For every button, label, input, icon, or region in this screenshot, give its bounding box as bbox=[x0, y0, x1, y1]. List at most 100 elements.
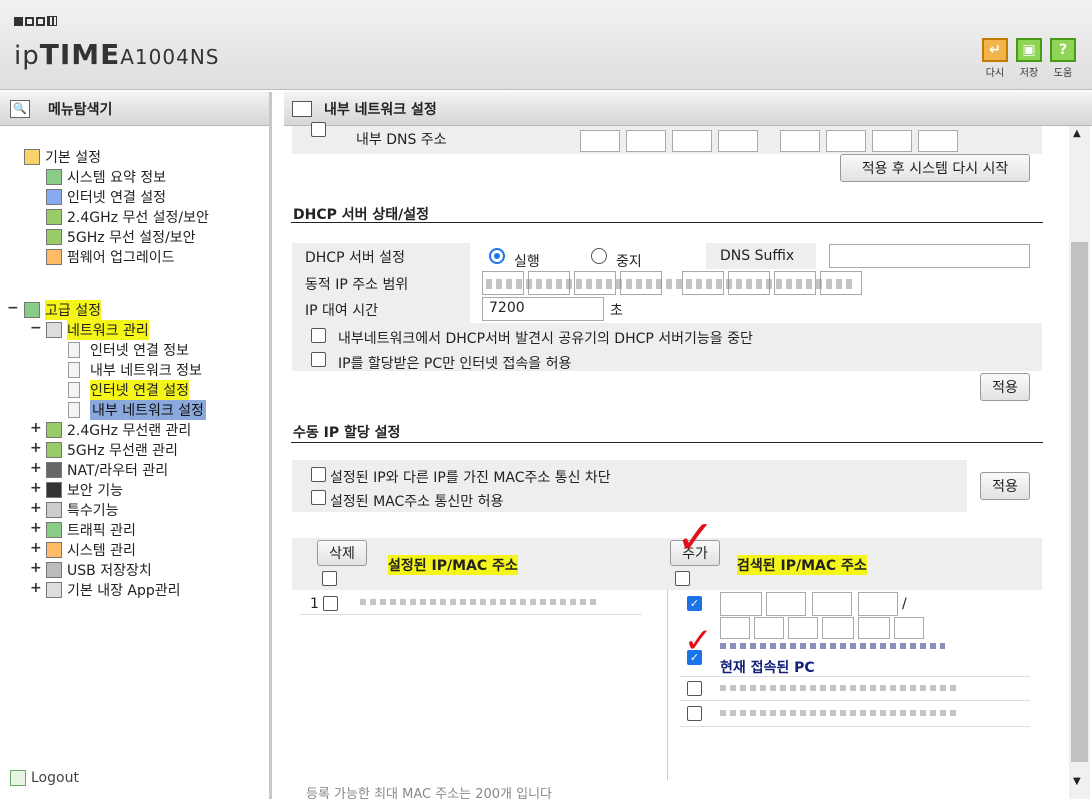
lease-unit: 초 bbox=[610, 303, 623, 319]
allow-mac-only-checkbox[interactable] bbox=[311, 490, 326, 505]
refresh-button[interactable]: ↵ 다시 bbox=[980, 38, 1010, 79]
dhcp-run-label: 실행 bbox=[514, 254, 540, 270]
window-icon bbox=[292, 100, 312, 117]
dhcp-stop-detect-checkbox[interactable] bbox=[311, 328, 326, 343]
tree-advanced-settings[interactable]: 고급 설정 bbox=[24, 300, 101, 320]
lease-time-input[interactable]: 7200 bbox=[482, 297, 604, 321]
found-ip-octet3[interactable] bbox=[812, 592, 852, 616]
logout-button[interactable]: Logout bbox=[10, 768, 79, 788]
dns2-octet3[interactable] bbox=[872, 130, 912, 152]
tree-wifi5-mgmt[interactable]: 5GHz 무선랜 관리 bbox=[46, 440, 178, 460]
scroll-up-icon[interactable]: ▲ bbox=[1073, 128, 1081, 139]
redacted-range bbox=[486, 279, 856, 289]
found-mac-2[interactable] bbox=[754, 617, 784, 639]
dns2-octet2[interactable] bbox=[826, 130, 866, 152]
dns2-octet1[interactable] bbox=[780, 130, 820, 152]
tree-security[interactable]: 보안 기능 bbox=[46, 480, 123, 500]
dhcp-section-title: DHCP 서버 상태/설정 bbox=[293, 207, 430, 223]
tree-traffic[interactable]: 트래픽 관리 bbox=[46, 520, 136, 540]
tree-apps[interactable]: 기본 내장 App관리 bbox=[46, 580, 181, 600]
tree-item-lan-setup[interactable]: 내부 네트워크 설정 bbox=[68, 400, 206, 420]
ip-range-label: 동적 IP 주소 범위 bbox=[305, 277, 409, 293]
expand-icon[interactable]: + bbox=[30, 440, 42, 456]
save-button[interactable]: ▣ 저장 bbox=[1014, 38, 1044, 79]
tree-usb[interactable]: USB 저장장치 bbox=[46, 560, 152, 580]
expand-icon[interactable]: + bbox=[30, 460, 42, 476]
found-mac-4[interactable] bbox=[822, 617, 854, 639]
tree-special[interactable]: 특수기능 bbox=[46, 500, 119, 520]
wifi-icon bbox=[46, 422, 62, 438]
delete-button[interactable]: 삭제 bbox=[317, 540, 367, 566]
redacted-found-row4 bbox=[720, 710, 960, 716]
help-icon: ? bbox=[1050, 38, 1076, 62]
dns-checkbox[interactable] bbox=[311, 122, 326, 137]
manual-apply-button[interactable]: 적용 bbox=[980, 472, 1030, 500]
dhcp-stop-radio[interactable] bbox=[591, 248, 607, 264]
scrollbar-thumb[interactable] bbox=[1071, 242, 1088, 762]
search-icon: 🔍 bbox=[10, 99, 30, 118]
found-ip-octet4[interactable] bbox=[858, 592, 898, 616]
found-mac-6[interactable] bbox=[894, 617, 924, 639]
tree-network-management[interactable]: 네트워크 관리 bbox=[46, 320, 149, 340]
dns1-octet2[interactable] bbox=[626, 130, 666, 152]
expand-icon[interactable]: + bbox=[30, 540, 42, 556]
tree-item-internet-info[interactable]: 인터넷 연결 정보 bbox=[68, 340, 189, 360]
lock-icon bbox=[46, 482, 62, 498]
expand-icon[interactable]: + bbox=[30, 500, 42, 516]
dhcp-run-radio[interactable] bbox=[489, 248, 505, 264]
tree-item-firmware[interactable]: 펌웨어 업그레이드 bbox=[46, 247, 175, 267]
block-other-ip-checkbox[interactable] bbox=[311, 467, 326, 482]
allow-mac-only-label: 설정된 MAC주소 통신만 허용 bbox=[330, 494, 504, 510]
collapse-icon[interactable]: − bbox=[30, 320, 42, 336]
row-divider bbox=[680, 726, 1030, 727]
expand-icon[interactable]: + bbox=[30, 580, 42, 596]
window-squares-icon bbox=[14, 14, 59, 30]
dns2-octet4[interactable] bbox=[918, 130, 958, 152]
expand-icon[interactable]: + bbox=[30, 420, 42, 436]
tree-item-internet-setup2[interactable]: 인터넷 연결 설정 bbox=[68, 380, 190, 400]
tree-basic-settings[interactable]: 기본 설정 bbox=[24, 147, 101, 167]
dns1-octet4[interactable] bbox=[718, 130, 758, 152]
found-row1-checkbox[interactable]: ✓ bbox=[687, 596, 702, 611]
configured-row-checkbox[interactable] bbox=[323, 596, 338, 611]
tree-item-internet-setup[interactable]: 인터넷 연결 설정 bbox=[46, 187, 166, 207]
network-icon bbox=[46, 322, 62, 338]
save-icon: ▣ bbox=[1016, 38, 1042, 62]
select-all-configured-checkbox[interactable] bbox=[322, 571, 337, 586]
dns1-octet1[interactable] bbox=[580, 130, 620, 152]
document-icon bbox=[68, 362, 80, 378]
found-mac-1[interactable] bbox=[720, 617, 750, 639]
help-button[interactable]: ? 도움 bbox=[1048, 38, 1078, 79]
found-row4-checkbox[interactable] bbox=[687, 706, 702, 721]
found-mac-5[interactable] bbox=[858, 617, 890, 639]
found-mac-3[interactable] bbox=[788, 617, 818, 639]
dns-suffix-input[interactable] bbox=[829, 244, 1030, 268]
ip-mac-separator: / bbox=[902, 596, 907, 612]
expand-icon[interactable]: + bbox=[30, 560, 42, 576]
expand-icon[interactable]: + bbox=[30, 520, 42, 536]
dhcp-apply-button[interactable]: 적용 bbox=[980, 373, 1030, 401]
allow-assigned-only-checkbox[interactable] bbox=[311, 352, 326, 367]
found-ip-octet1[interactable] bbox=[720, 592, 762, 616]
refresh-icon: ↵ bbox=[982, 38, 1008, 62]
collapse-icon[interactable]: − bbox=[7, 300, 19, 316]
dns1-octet3[interactable] bbox=[672, 130, 712, 152]
tree-item-wifi5[interactable]: 5GHz 무선 설정/보안 bbox=[46, 227, 196, 247]
found-row3-checkbox[interactable] bbox=[687, 681, 702, 696]
dns-label: 내부 DNS 주소 bbox=[356, 132, 447, 148]
red-checkmark-annotation: ✓ bbox=[676, 510, 715, 564]
tree-nat-router[interactable]: NAT/라우터 관리 bbox=[46, 460, 168, 480]
tree-wifi24-mgmt[interactable]: 2.4GHz 무선랜 관리 bbox=[46, 420, 191, 440]
tree-system-mgmt[interactable]: 시스템 관리 bbox=[46, 540, 136, 560]
select-all-found-checkbox[interactable] bbox=[675, 571, 690, 586]
tree-item-lan-info[interactable]: 내부 네트워크 정보 bbox=[68, 360, 202, 380]
found-ip-octet2[interactable] bbox=[766, 592, 806, 616]
apply-restart-button[interactable]: 적용 후 시스템 다시 시작 bbox=[840, 154, 1030, 182]
tree-item-wifi24[interactable]: 2.4GHz 무선 설정/보안 bbox=[46, 207, 209, 227]
expand-icon[interactable]: + bbox=[30, 480, 42, 496]
tools-icon bbox=[46, 502, 62, 518]
app-header: ipTIMEA1004NS ↵ 다시 ▣ 저장 ? 도움 bbox=[0, 0, 1092, 90]
scroll-down-icon[interactable]: ▼ bbox=[1073, 776, 1081, 787]
document-icon bbox=[68, 402, 80, 418]
tree-item-system-summary[interactable]: 시스템 요약 정보 bbox=[46, 167, 166, 187]
